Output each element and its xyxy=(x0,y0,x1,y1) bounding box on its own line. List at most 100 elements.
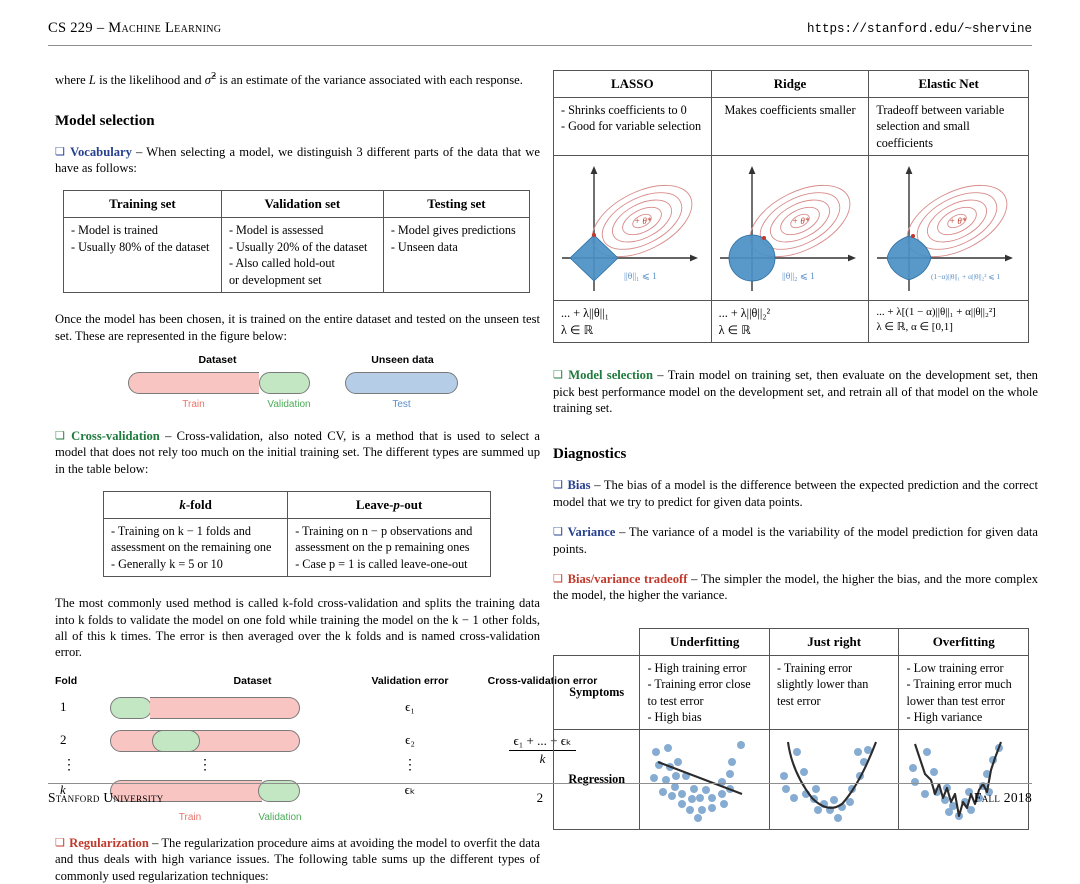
cell-line: - Good for variable selection xyxy=(561,119,702,134)
header-url[interactable]: https://stanford.edu/~shervine xyxy=(807,22,1032,36)
cell-validation-set: - Model is assessed - Usually 20% of the… xyxy=(220,217,384,294)
ridge-constraint-diagram: + θ* ||θ||₂ ⩽ 1 xyxy=(719,166,856,292)
footer-term: Fall 2018 xyxy=(973,790,1032,805)
intro-paragraph: where L is the likelihood and σ̂2 is an … xyxy=(55,71,523,88)
elasticnet-constraint-diagram: + θ* (1−α)||θ||₁ + α||θ||₂² ⩽ 1 xyxy=(877,166,1014,292)
table-row-descriptions: - Shrinks coefficients to 0 - Good for v… xyxy=(553,96,1029,157)
model-selection-label: Model selection xyxy=(568,368,653,383)
formula-line: ... + λ||θ||₂² xyxy=(718,306,771,321)
unseen-data-caption: Unseen data xyxy=(371,353,434,366)
bias-paragraph: ❏ Bias – The bias of a model is the diff… xyxy=(553,477,1038,510)
col-underfitting: Underfitting xyxy=(639,627,770,656)
bullet-icon: ❏ xyxy=(553,479,564,492)
cell-ridge-diagram: + θ* ||θ||₂ ⩽ 1 xyxy=(710,155,870,302)
cell-lasso-desc: - Shrinks coefficients to 0 - Good for v… xyxy=(553,96,712,157)
cell-line: - Training error xyxy=(776,660,853,675)
dataset-caption: Dataset xyxy=(198,353,237,366)
formula-line: λ ∈ ℝ, α ∈ [0,1] xyxy=(876,321,953,334)
cell-lasso-diagram: + θ* ||θ||₁ ⩽ 1 xyxy=(553,155,712,302)
cell-line: - High training error xyxy=(647,660,747,675)
cell-line: - Training on k − 1 folds and xyxy=(111,523,251,538)
fold-number: 1 xyxy=(60,698,67,714)
document-page: CS 229 – Machine Learning https://stanfo… xyxy=(0,0,1080,883)
table-row-diagrams: + θ* ||θ||₁ ⩽ 1 + θ* ||θ||₂ ⩽ 1 + θ* (1−… xyxy=(553,155,1029,302)
ridge-constraint-label: ||θ||₂ ⩽ 1 xyxy=(782,272,815,282)
lasso-constraint-label: ||θ||₁ ⩽ 1 xyxy=(624,272,657,282)
bullet-icon: ❏ xyxy=(55,836,66,849)
table-row-formulas: ... + λ||θ||₁ λ ∈ ℝ ... + λ||θ||₂² λ ∈ ℝ… xyxy=(553,300,1029,344)
col-training-set: Training set xyxy=(63,190,222,219)
bar-train xyxy=(128,371,259,394)
cell-symptoms-overfitting: - Low training error - Training error mu… xyxy=(898,654,1029,731)
plot-justright xyxy=(779,742,877,823)
foldfig-col-validation-error: Validation error xyxy=(371,674,449,687)
validation-error-value: ϵ₁ xyxy=(405,698,415,714)
plot-underfit xyxy=(650,741,746,823)
intersection-point xyxy=(911,234,916,239)
page-header: CS 229 – Machine Learning https://stanfo… xyxy=(48,20,1032,48)
variance-label: Variance xyxy=(567,525,616,540)
formula-line: ... + λ[(1 − α)||θ||₁ + α||θ||₂²] xyxy=(876,306,996,319)
cell-symptoms-justright: - Training error slightly lower than tes… xyxy=(768,654,900,731)
table-row-symptoms: Symptoms - High training error - Trainin… xyxy=(552,654,1029,731)
bullet-icon: ❏ xyxy=(553,572,564,585)
after-table-paragraph: Once the model has been chosen, it is tr… xyxy=(55,312,540,343)
left-column: where L is the likelihood and σ̂2 is an … xyxy=(55,70,597,884)
cell-testing-set: - Model gives predictions - Unseen data xyxy=(382,217,531,294)
cell-empty-corner xyxy=(553,628,641,656)
label-train: Train xyxy=(182,398,205,410)
formula-line: λ ∈ ℝ xyxy=(561,322,594,337)
model-selection-note: ❏ Model selection – Train model on train… xyxy=(553,367,1038,416)
label-validation: Validation xyxy=(267,398,311,410)
table-row-regression: Regression xyxy=(552,729,1029,831)
cell-line: - Training on n − p observations and xyxy=(295,523,473,538)
col-leave-p-out: Leave-p-out xyxy=(287,490,491,519)
variance-text: – The variance of a model is the variabi… xyxy=(553,525,1038,556)
footer-rule xyxy=(48,783,1032,784)
cell-line: Tradeoff between variable xyxy=(876,103,1005,117)
l1-ball-diamond xyxy=(569,234,619,282)
theta-star-label: + θ* xyxy=(949,216,967,226)
cell-line: - Model is assessed xyxy=(228,223,324,238)
kfold-paragraph: The most commonly used method is called … xyxy=(55,596,540,660)
cell-line: - Model is trained xyxy=(71,223,158,238)
cell-elastic-formula: ... + λ[(1 − α)||θ||₁ + α||θ||₂²] λ ∈ ℝ,… xyxy=(868,300,1029,344)
col-elastic-net: Elastic Net xyxy=(868,70,1029,98)
bar-test xyxy=(345,371,458,394)
table-crossvalidation-types: k-fold Leave-p-out - Training on k − 1 f… xyxy=(102,490,491,578)
cell-elastic-diagram: + θ* (1−α)||θ||₁ + α||θ||₂² ⩽ 1 xyxy=(868,155,1029,302)
crossvalidation-paragraph: ❏ Cross-validation – Cross-validation, a… xyxy=(55,428,540,477)
cell-line: assessment on the remaining one xyxy=(111,540,272,555)
header-rule xyxy=(48,45,1032,46)
tradeoff-paragraph: ❏ Bias/variance tradeoff – The simpler t… xyxy=(553,571,1038,604)
tradeoff-label: Bias/variance tradeoff xyxy=(567,571,688,586)
dataset-split-figure: Dataset Unseen data Train Validation Tes… xyxy=(55,354,540,410)
rowlabel-symptoms: Symptoms xyxy=(552,654,641,731)
cell-leave-p-out: - Training on n − p observations and ass… xyxy=(287,517,491,578)
fold-validation-segment xyxy=(152,729,200,752)
formula-line: λ ∈ ℝ xyxy=(718,322,751,337)
formula-line: ... + λ||θ||₁ xyxy=(561,306,609,321)
theta-star-label: + θ* xyxy=(634,216,652,226)
rowlabel-regression: Regression xyxy=(552,729,641,831)
table-row-header: Training set Validation set Testing set xyxy=(63,190,531,219)
cell-line: or development set xyxy=(228,272,322,287)
table-row-header: LASSO Ridge Elastic Net xyxy=(553,70,1029,98)
bullet-icon: ❏ xyxy=(55,429,66,442)
fold-train-segment xyxy=(110,729,300,752)
legend-train: Train xyxy=(178,811,202,823)
cell-line: - Also called hold-out xyxy=(228,256,335,271)
foldfig-col-fold: Fold xyxy=(55,674,78,687)
validation-error-value: ⋮ xyxy=(403,757,417,773)
table-row-header: k-fold Leave-p-out xyxy=(102,490,491,519)
crossvalidation-label: Cross-validation xyxy=(71,428,160,443)
cell-symptoms-underfitting: - High training error - Training error c… xyxy=(639,654,770,731)
page-footer: Stanford University 2 Fall 2018 xyxy=(48,790,1032,810)
cell-line: Makes coefficients smaller xyxy=(724,103,856,117)
intersection-point xyxy=(592,233,596,238)
label-test: Test xyxy=(392,398,411,410)
intersection-point xyxy=(761,236,766,241)
cell-line: lower than test error xyxy=(906,693,1005,708)
heading-model-selection: Model selection xyxy=(55,112,155,129)
cell-line: - Shrinks coefficients to 0 xyxy=(561,103,687,117)
